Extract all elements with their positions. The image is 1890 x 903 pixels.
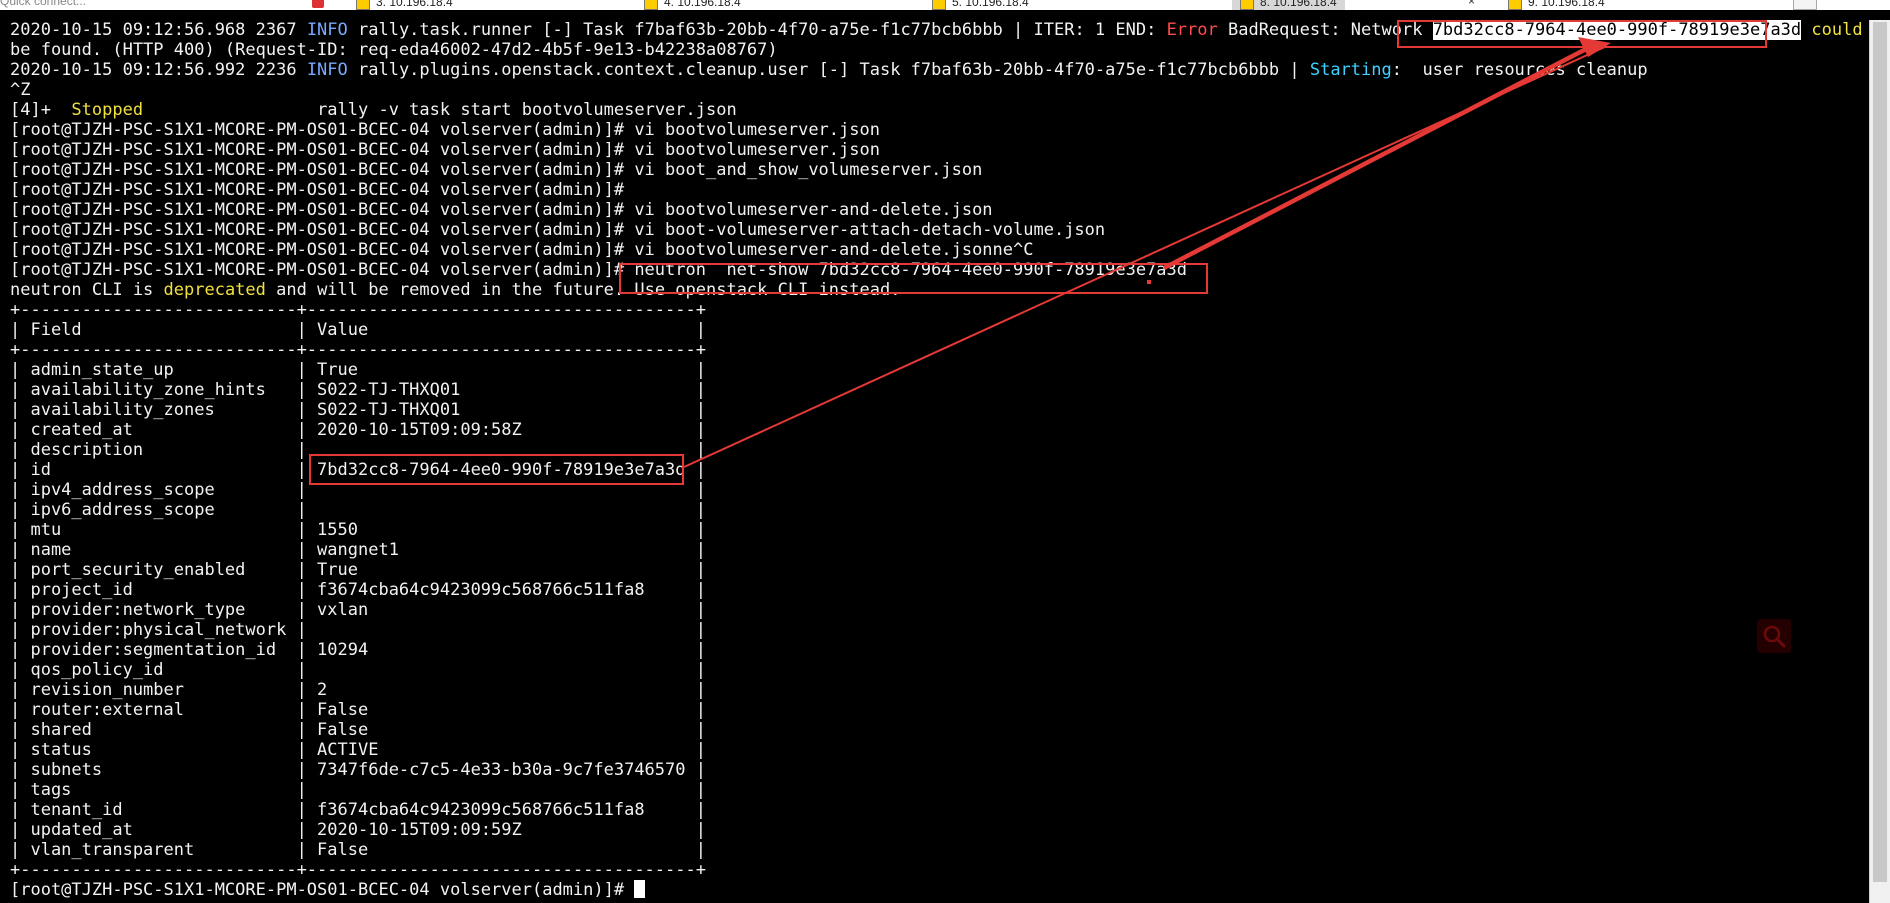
- shell-prompt: [root@TJZH-PSC-S1X1-MCORE-PM-OS01-BCEC-0…: [10, 880, 635, 900]
- tab-session-5[interactable]: 5. 10.196.18.4: [932, 0, 1029, 10]
- log-level-info: INFO: [306, 20, 348, 40]
- error-keyword: Error: [1166, 20, 1218, 40]
- tab-session-9[interactable]: 9. 10.196.18.4: [1508, 0, 1605, 10]
- table-row: | ipv6_address_scope | |: [10, 500, 706, 520]
- warning-text: neutron CLI is: [10, 280, 164, 300]
- starting-keyword: Starting: [1309, 60, 1392, 80]
- session-tab-bar: Quick connect... 3. 10.196.18.4 4. 10.19…: [0, 0, 1890, 10]
- log-text: could not: [1811, 20, 1863, 40]
- table-row: | tenant_id | f3674cba64c9423099c568766c…: [10, 800, 706, 820]
- tab-session-8[interactable]: 8. 10.196.18.4: [1232, 0, 1345, 10]
- table-row: | router:external | False |: [10, 700, 706, 720]
- table-row: | name | wangnet1 |: [10, 540, 706, 560]
- table-row: | admin_state_up | True |: [10, 360, 706, 380]
- table-row: | updated_at | 2020-10-15T09:09:59Z |: [10, 820, 706, 840]
- job-status: Stopped: [71, 100, 144, 120]
- job-id: [4]+: [10, 100, 72, 120]
- table-row: | project_id | f3674cba64c9423099c568766…: [10, 580, 706, 600]
- log-line: be found. (HTTP 400) (Request-ID: req-ed…: [10, 40, 778, 60]
- home-icon[interactable]: [312, 0, 324, 8]
- table-border: +---------------------------+-----------…: [10, 340, 706, 360]
- tab-scroll-button[interactable]: [1793, 0, 1817, 10]
- terminal-output[interactable]: 2020-10-15 09:12:56.968 2367 INFO rally.…: [0, 20, 1870, 903]
- job-command: rally -v task start bootvolumeserver.jso…: [143, 100, 737, 120]
- annotation-box-error-id: [1397, 20, 1767, 48]
- ctrl-z-line: ^Z: [10, 80, 31, 100]
- terminal-icon: [932, 0, 946, 10]
- shell-command-line: [root@TJZH-PSC-S1X1-MCORE-PM-OS01-BCEC-0…: [10, 160, 983, 180]
- deprecated-keyword: deprecated: [163, 280, 266, 300]
- table-row: | subnets | 7347f6de-c7c5-4e33-b30a-9c7f…: [10, 760, 706, 780]
- table-row: | vlan_transparent | False |: [10, 840, 706, 860]
- close-tab-icon[interactable]: ×: [1468, 0, 1475, 8]
- log-text: : user resources cleanup: [1391, 60, 1648, 80]
- table-row: | port_security_enabled | True |: [10, 560, 706, 580]
- table-row: | qos_policy_id | |: [10, 660, 706, 680]
- table-row: | provider:segmentation_id | 10294 |: [10, 640, 706, 660]
- quick-connect-field[interactable]: Quick connect...: [0, 0, 86, 8]
- table-row: | availability_zones | S022-TJ-THXQ01 |: [10, 400, 706, 420]
- table-row: | provider:physical_network | |: [10, 620, 706, 640]
- vertical-scrollbar[interactable]: [1869, 20, 1890, 903]
- table-row: | created_at | 2020-10-15T09:09:58Z |: [10, 420, 706, 440]
- table-row: | provider:network_type | vxlan |: [10, 600, 706, 620]
- tab-label: 9. 10.196.18.4: [1528, 0, 1605, 9]
- shell-prompt-line[interactable]: [root@TJZH-PSC-S1X1-MCORE-PM-OS01-BCEC-0…: [10, 880, 646, 900]
- log-level-info: INFO: [306, 60, 348, 80]
- table-row: | mtu | 1550 |: [10, 520, 706, 540]
- annotation-box-table-id: [309, 454, 684, 485]
- job-stopped-line: [4]+ Stopped rally -v task start bootvol…: [10, 100, 737, 120]
- table-header: | Field | Value |: [10, 320, 706, 340]
- table-row: | tags | |: [10, 780, 706, 800]
- text-cursor: [634, 880, 646, 898]
- log-text: rally.task.runner [-] Task f7baf63b-20bb…: [347, 20, 1167, 40]
- tab-label: 4. 10.196.18.4: [664, 0, 741, 9]
- tab-label: 5. 10.196.18.4: [952, 0, 1029, 9]
- table-border: +---------------------------+-----------…: [10, 300, 706, 320]
- table-border: +---------------------------+-----------…: [10, 860, 706, 880]
- shell-command-line: [root@TJZH-PSC-S1X1-MCORE-PM-OS01-BCEC-0…: [10, 220, 1106, 240]
- log-text: rally.plugins.openstack.context.cleanup.…: [347, 60, 1310, 80]
- table-row: | availability_zone_hints | S022-TJ-THXQ…: [10, 380, 706, 400]
- terminal-icon: [1508, 0, 1522, 10]
- log-text: 2020-10-15 09:12:56.968 2367: [10, 20, 307, 40]
- scrollbar-thumb[interactable]: [1873, 22, 1887, 882]
- table-row: | revision_number | 2 |: [10, 680, 706, 700]
- table-row: | status | ACTIVE |: [10, 740, 706, 760]
- search-icon[interactable]: [1757, 619, 1791, 653]
- terminal-icon: [644, 0, 658, 10]
- shell-command-line: [root@TJZH-PSC-S1X1-MCORE-PM-OS01-BCEC-0…: [10, 180, 625, 200]
- annotation-box-net-show: [619, 263, 1208, 294]
- tab-label: 8. 10.196.18.4: [1260, 0, 1337, 9]
- tab-label: 3. 10.196.18.4: [376, 0, 453, 9]
- table-row: | shared | False |: [10, 720, 706, 740]
- log-text: 2020-10-15 09:12:56.992 2236: [10, 60, 307, 80]
- shell-command-line: [root@TJZH-PSC-S1X1-MCORE-PM-OS01-BCEC-0…: [10, 140, 880, 160]
- terminal-icon: [1240, 0, 1254, 10]
- terminal-icon: [356, 0, 370, 10]
- shell-command-line: [root@TJZH-PSC-S1X1-MCORE-PM-OS01-BCEC-0…: [10, 120, 880, 140]
- tab-session-4[interactable]: 4. 10.196.18.4: [644, 0, 741, 10]
- log-line-starting: 2020-10-15 09:12:56.992 2236 INFO rally.…: [10, 60, 1648, 80]
- shell-command-line: [root@TJZH-PSC-S1X1-MCORE-PM-OS01-BCEC-0…: [10, 240, 1034, 260]
- tab-session-3[interactable]: 3. 10.196.18.4: [356, 0, 453, 10]
- shell-command-line: [root@TJZH-PSC-S1X1-MCORE-PM-OS01-BCEC-0…: [10, 200, 993, 220]
